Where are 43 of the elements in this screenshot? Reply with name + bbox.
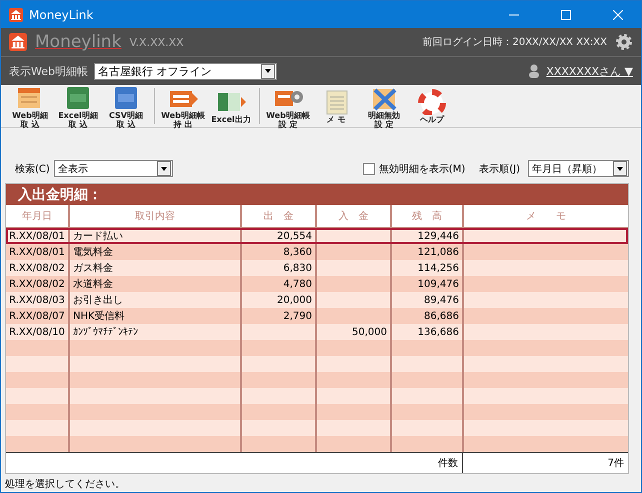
- settings-icon[interactable]: [615, 33, 633, 51]
- user-icon: [528, 64, 540, 78]
- count-label: 件数: [6, 453, 463, 473]
- status-text: 処理を選択してください。: [5, 479, 125, 490]
- maximize-icon[interactable]: [561, 10, 571, 20]
- table-row[interactable]: R.XX/08/07 NHK受信料 2,790 86,686: [6, 308, 628, 324]
- toolbar-button[interactable]: Web明細帳 持 出: [160, 84, 206, 128]
- version-label: V.X.XX.XX: [129, 36, 185, 48]
- toolbar-button[interactable]: Web明細帳 設 定: [265, 84, 311, 128]
- table-row[interactable]: R.XX/08/02 水道料金 4,780 109,476: [6, 276, 628, 292]
- table-row[interactable]: R.XX/08/03 お引き出し 20,000 89,476: [6, 292, 628, 308]
- checkbox-label: 無効明細を表示(M): [378, 162, 466, 176]
- toolbar-button[interactable]: ヘルプ: [409, 88, 455, 124]
- dropdown-arrow-icon[interactable]: [264, 69, 271, 73]
- table-title: 入出金明細：: [18, 186, 102, 204]
- window-title: MoneyLink: [29, 8, 94, 22]
- dropdown-arrow-icon[interactable]: [617, 166, 623, 170]
- toolbar-button[interactable]: Web明細 取 込: [7, 84, 53, 128]
- checkbox[interactable]: [362, 162, 375, 174]
- app-logo: Moneylink: [35, 32, 122, 52]
- dropdown-arrow-icon[interactable]: [160, 166, 167, 170]
- table-row[interactable]: R.XX/08/01 カード払い 20,554 129,446: [6, 228, 628, 244]
- toolbar-button[interactable]: Excel出力: [208, 88, 254, 124]
- sort-dropdown[interactable]: 年月日（昇順）: [528, 160, 629, 177]
- count-value: 7件: [606, 457, 625, 471]
- bank-icon: [9, 33, 27, 51]
- table-row[interactable]: R.XX/08/02 ガス料金 6,830 114,256: [6, 260, 628, 276]
- search-label: 検索(C): [15, 162, 50, 176]
- table-row[interactable]: R.XX/08/01 電気料金 8,360 121,086: [6, 244, 628, 260]
- table-row[interactable]: R.XX/08/10 ｶﾝｿﾞｳﾏﾁﾃﾞﾝｷﾃﾝ 50,000 136,686: [6, 324, 628, 340]
- toolbar-button[interactable]: Excel明細 取 込: [55, 84, 101, 128]
- search-dropdown[interactable]: 全表示: [54, 160, 173, 177]
- account-label: 表示Web明細帳: [9, 64, 88, 78]
- last-login-label: 前回ログイン日時：20XX/XX/XX XX:XX: [422, 36, 607, 49]
- toolbar-button[interactable]: CSV明細 取 込: [103, 84, 149, 128]
- user-menu[interactable]: XXXXXXXさん ▼: [546, 64, 633, 78]
- toolbar-button[interactable]: メ モ: [313, 88, 359, 124]
- sort-label: 表示順(J): [479, 162, 520, 176]
- close-icon[interactable]: [613, 10, 623, 20]
- toolbar-button[interactable]: 明細無効 設 定: [361, 84, 407, 128]
- lifebuoy-icon: [417, 88, 447, 115]
- account-dropdown[interactable]: 名古屋銀行 オフライン: [94, 62, 277, 80]
- bank-icon: [9, 8, 23, 22]
